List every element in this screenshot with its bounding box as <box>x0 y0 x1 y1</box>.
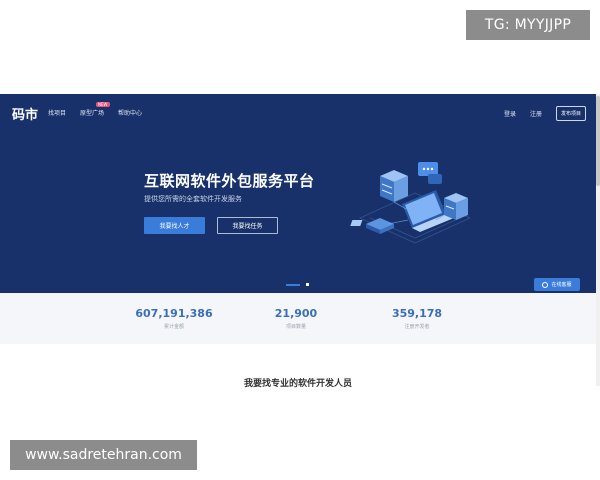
server-stack-left <box>380 170 408 202</box>
find-talent-button[interactable]: 我要找人才 <box>144 217 205 234</box>
find-task-button[interactable]: 我要找任务 <box>217 217 278 234</box>
chat-icon <box>542 281 549 288</box>
hero-title: 互联网软件外包服务平台 <box>144 172 315 190</box>
top-navbar: 码市 找项目 原型广场 NEW 帮助中心 登录 注册 发布项目 <box>0 94 596 130</box>
stat-label: 项目数量 <box>285 324 306 330</box>
chat-bubble-icon <box>418 162 442 184</box>
nav-links: 找项目 原型广场 NEW 帮助中心 <box>48 102 142 117</box>
stat-developer-count: 359,178 注册开发者 <box>357 307 477 330</box>
watermark-telegram: TG: MYYJJPP <box>466 10 590 40</box>
login-link[interactable]: 登录 <box>504 109 516 118</box>
stat-value: 607,191,386 <box>135 307 213 320</box>
server-stack-right <box>444 193 468 220</box>
stat-value: 21,900 <box>274 307 318 320</box>
scrollbar-thumb[interactable] <box>596 96 600 186</box>
chip-icon <box>350 218 394 234</box>
hero-banner: 码市 找项目 原型广场 NEW 帮助中心 登录 注册 发布项目 互联网软件外包服… <box>0 94 596 293</box>
nav-link-prototype-square[interactable]: 原型广场 NEW <box>80 102 110 117</box>
online-support-label: 在线客服 <box>551 282 572 288</box>
register-link[interactable]: 注册 <box>530 109 542 118</box>
carousel-dot[interactable] <box>306 283 309 286</box>
section-heading: 我要找专业的软件开发人员 <box>243 379 352 389</box>
new-badge: NEW <box>96 102 110 107</box>
nav-actions: 登录 注册 发布项目 <box>504 106 586 121</box>
stat-label: 注册开发者 <box>404 324 430 330</box>
stat-label: 累计金额 <box>163 324 184 330</box>
stat-total-amount: 607,191,386 累计金额 <box>114 307 234 330</box>
nav-link-find-projects[interactable]: 找项目 <box>48 108 66 117</box>
hero-subtitle: 提供您所需的全套软件开发服务 <box>144 195 242 203</box>
carousel-dot-active[interactable] <box>286 283 300 286</box>
nav-link-help-center[interactable]: 帮助中心 <box>118 108 142 117</box>
publish-project-button[interactable]: 发布项目 <box>555 106 586 121</box>
server-laptop-illustration <box>350 162 471 244</box>
stat-project-count: 21,900 项目数量 <box>236 307 356 330</box>
stat-value: 359,178 <box>391 307 443 320</box>
website-viewport: 码市 找项目 原型广场 NEW 帮助中心 登录 注册 发布项目 互联网软件外包服… <box>0 94 596 400</box>
watermark-website: www.sadretehran.com <box>10 440 197 470</box>
stats-bar: 607,191,386 累计金额 21,900 项目数量 359,178 注册开… <box>0 293 596 344</box>
site-logo[interactable]: 码市 <box>12 104 38 123</box>
carousel-indicators <box>286 283 309 286</box>
nav-link-label: 原型广场 <box>80 110 105 117</box>
online-support-button[interactable]: 在线客服 <box>534 278 580 291</box>
